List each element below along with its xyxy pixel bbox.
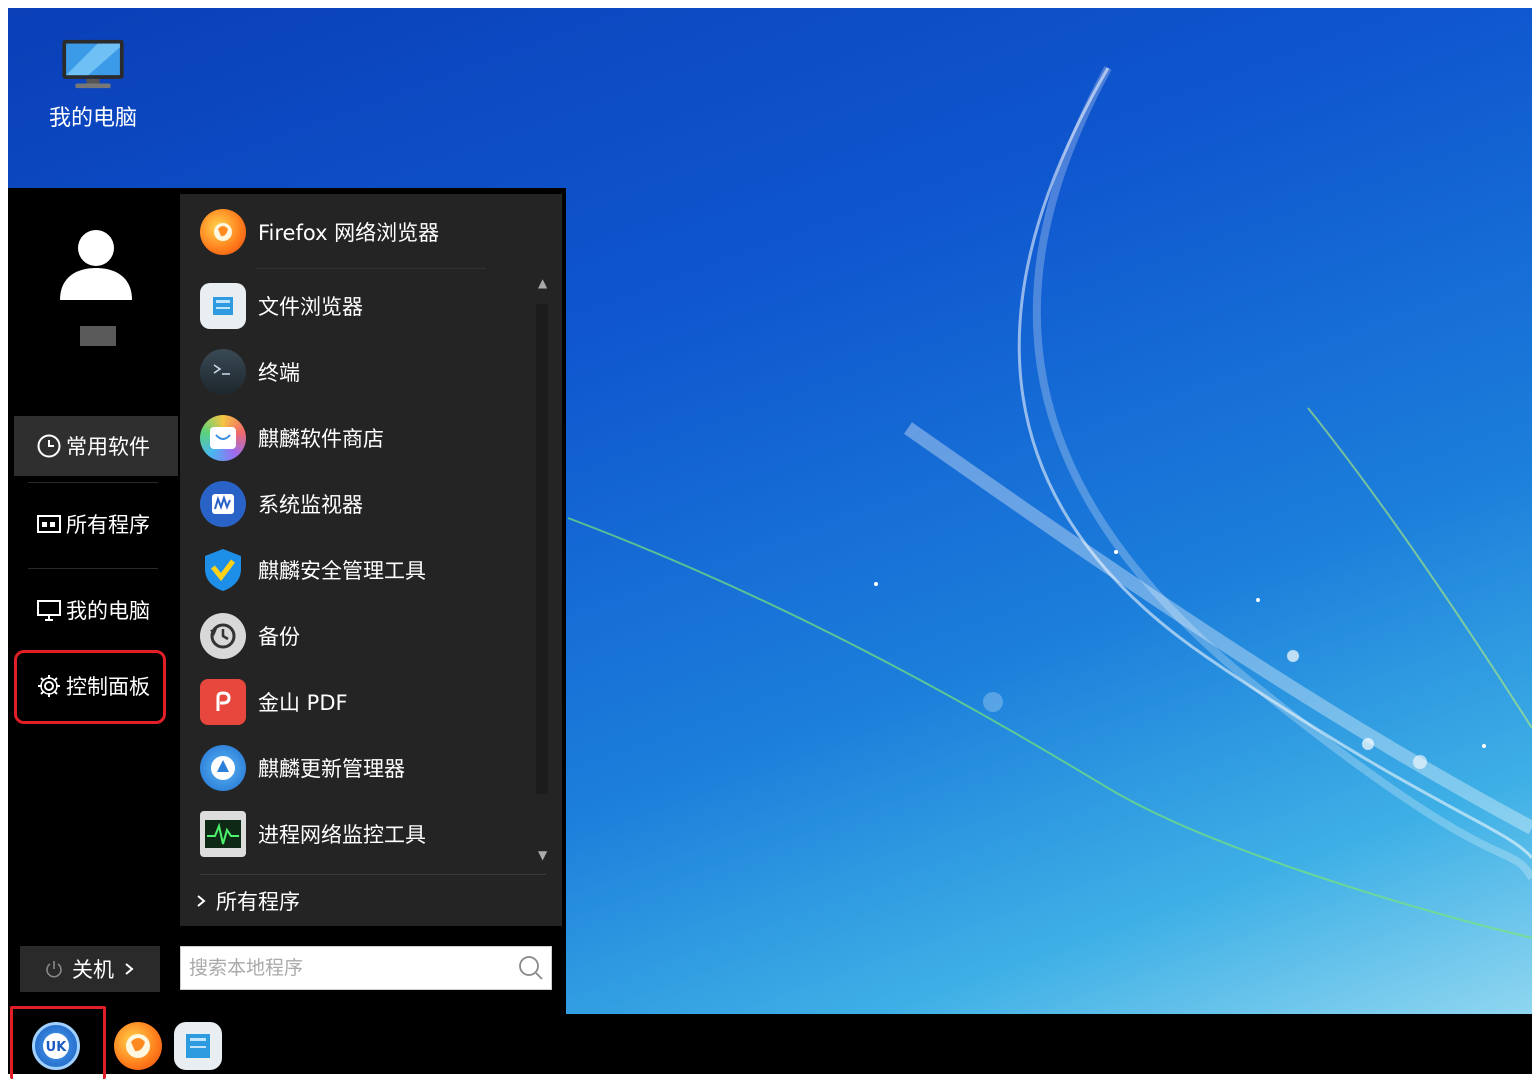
computer-icon	[62, 39, 124, 89]
terminal-icon	[200, 349, 246, 395]
nav-label: 我的电脑	[66, 599, 150, 623]
start-menu: 常用软件 所有程序 我的电脑 控制面板 关机 Firefox 网络浏览器 ▲ ▼…	[8, 188, 566, 1014]
app-label: 终端	[258, 361, 300, 385]
search-input[interactable]	[187, 956, 517, 980]
taskbar-file-manager-icon[interactable]	[174, 1022, 222, 1070]
start-menu-sidebar: 常用软件 所有程序 我的电脑 控制面板 关机	[8, 188, 180, 1014]
backup-icon	[200, 613, 246, 659]
clock-icon	[37, 434, 61, 458]
app-list-panel: Firefox 网络浏览器 ▲ ▼ 文件浏览器 终端 麒麟软件商店 系统监视器 …	[180, 194, 562, 926]
scroll-down-arrow[interactable]: ▼	[538, 848, 547, 862]
app-label: Firefox 网络浏览器	[258, 221, 440, 245]
app-item-firefox[interactable]: Firefox 网络浏览器	[200, 204, 439, 260]
divider	[256, 268, 486, 269]
app-label: 麒麟安全管理工具	[258, 559, 426, 583]
divider	[28, 568, 158, 569]
app-item-network-monitor[interactable]: 进程网络监控工具	[200, 806, 426, 862]
shutdown-button[interactable]: 关机	[20, 946, 160, 992]
app-label: 文件浏览器	[258, 295, 363, 319]
divider	[28, 482, 158, 483]
scrollbar[interactable]	[536, 304, 548, 794]
app-label: 备份	[258, 625, 300, 649]
app-item-terminal[interactable]: 终端	[200, 344, 300, 400]
file-manager-icon	[200, 283, 246, 329]
desktop-icon-label: 我的电脑	[48, 106, 137, 131]
shutdown-label: 关机	[72, 958, 114, 982]
app-item-software-store[interactable]: 麒麟软件商店	[200, 410, 384, 466]
divider	[200, 874, 546, 875]
highlight-start-button	[10, 1006, 106, 1079]
power-icon	[46, 961, 62, 978]
app-item-system-monitor[interactable]: 系统监视器	[200, 476, 363, 532]
nav-my-computer[interactable]: 我的电脑	[14, 580, 178, 640]
app-item-update-manager[interactable]: 麒麟更新管理器	[200, 740, 405, 796]
desktop-icon-my-computer[interactable]: 我的电脑	[38, 38, 148, 132]
software-store-icon	[200, 415, 246, 461]
app-item-backup[interactable]: 备份	[200, 608, 300, 664]
app-label: 麒麟更新管理器	[258, 757, 405, 781]
nav-frequent-software[interactable]: 常用软件	[14, 416, 178, 476]
taskbar-firefox-icon[interactable]	[114, 1022, 162, 1070]
all-programs-link[interactable]: 所有程序	[196, 886, 300, 916]
app-label: 进程网络监控工具	[258, 823, 426, 847]
chevron-right-icon[interactable]	[122, 962, 136, 976]
app-item-file-browser[interactable]: 文件浏览器	[200, 278, 363, 334]
grid-icon	[37, 515, 61, 533]
scroll-up-arrow[interactable]: ▲	[538, 276, 547, 290]
app-label: 麒麟软件商店	[258, 427, 384, 451]
security-shield-icon	[200, 547, 246, 593]
network-monitor-icon	[200, 811, 246, 857]
user-name	[80, 326, 116, 346]
search-icon[interactable]	[517, 954, 545, 982]
pdf-icon	[200, 679, 246, 725]
highlight-control-panel	[14, 650, 166, 724]
taskbar: UK	[8, 1006, 1532, 1079]
chevron-right-icon	[197, 895, 206, 907]
app-label: 系统监视器	[258, 493, 363, 517]
nav-label: 所有程序	[66, 513, 150, 537]
app-item-wps-pdf[interactable]: 金山 PDF	[200, 674, 348, 730]
update-manager-icon	[200, 745, 246, 791]
firefox-icon	[200, 209, 246, 255]
app-item-security-tool[interactable]: 麒麟安全管理工具	[200, 542, 426, 598]
system-monitor-icon	[200, 481, 246, 527]
nav-all-programs[interactable]: 所有程序	[14, 494, 178, 554]
monitor-icon	[37, 600, 61, 621]
all-programs-label: 所有程序	[216, 890, 300, 914]
user-avatar-icon[interactable]	[56, 224, 136, 304]
app-label: 金山 PDF	[258, 691, 348, 715]
nav-label: 常用软件	[66, 435, 150, 459]
search-box	[180, 946, 552, 990]
